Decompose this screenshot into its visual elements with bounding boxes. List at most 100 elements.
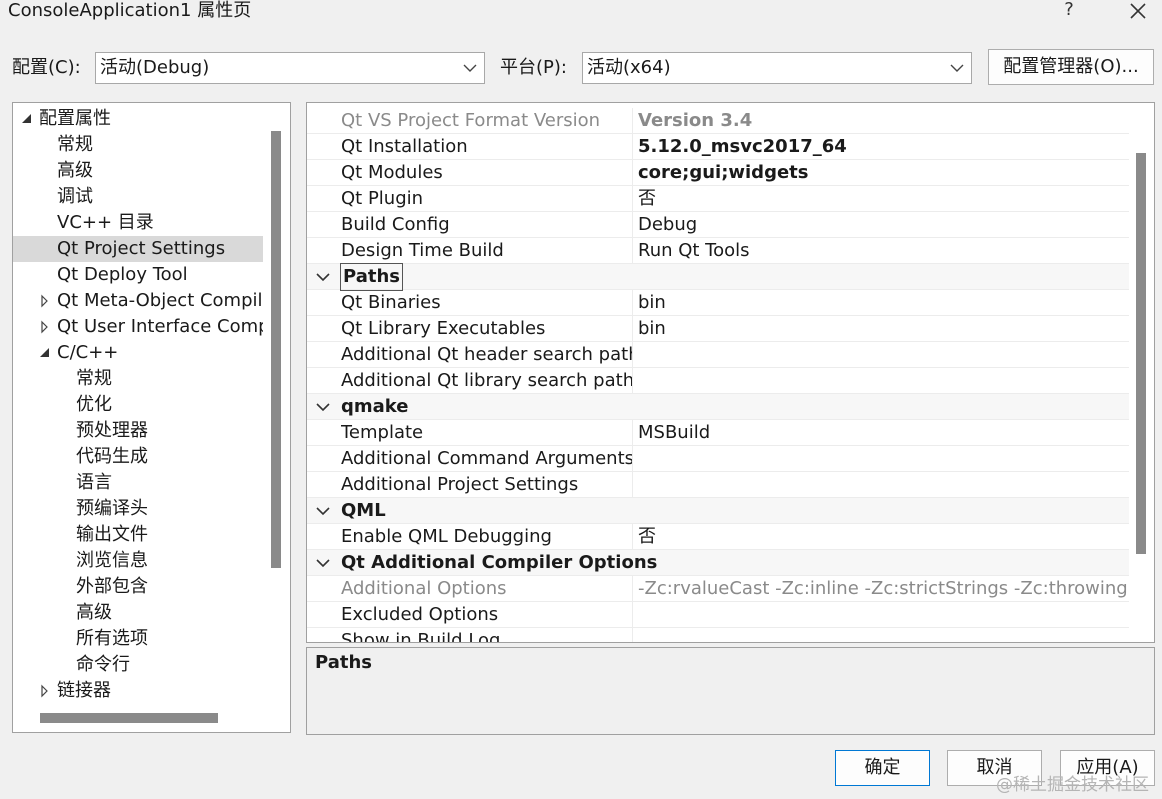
grid-property-row[interactable]: Excluded Options — [307, 602, 1129, 628]
grid-property-value[interactable] — [638, 472, 1129, 498]
watermark: @稀土掘金技术社区 — [996, 775, 1149, 795]
grid-property-row[interactable]: Template MSBuild — [307, 420, 1129, 446]
grid-property-row[interactable]: Additional Qt library search paths — [307, 368, 1129, 394]
grid-property-value[interactable]: 否 — [638, 524, 1129, 550]
description-panel: Paths — [306, 647, 1155, 735]
tree-item[interactable]: 语言 — [13, 470, 263, 496]
tree-item-label: 优化 — [76, 394, 112, 415]
tree-item-label: 代码生成 — [76, 446, 148, 467]
grid-property-row[interactable]: Additional Options -Zc:rvalueCast -Zc:inl… — [307, 576, 1129, 602]
tree-item[interactable]: 常规 — [13, 366, 263, 392]
chevron-down-icon[interactable] — [315, 394, 331, 420]
grid-property-row[interactable]: Qt Plugin 否 — [307, 186, 1129, 212]
grid-property-value[interactable] — [638, 602, 1129, 628]
platform-combobox[interactable]: 活动(x64) — [582, 52, 972, 84]
grid-property-value[interactable] — [638, 446, 1129, 472]
grid-property-row[interactable]: Qt Installation 5.12.0_msvc2017_64 — [307, 134, 1129, 160]
tree-item[interactable]: 高级 — [13, 158, 263, 184]
tree-item-label: 命令行 — [76, 654, 130, 675]
config-combobox[interactable]: 活动(Debug) — [95, 52, 485, 84]
grid-property-value[interactable]: Version 3.4 — [638, 108, 1129, 134]
tree-item[interactable]: 外部包含 — [13, 574, 263, 600]
tree-item[interactable]: 预处理器 — [13, 418, 263, 444]
close-button[interactable] — [1118, 0, 1158, 22]
grid-property-value[interactable] — [638, 628, 1129, 642]
grid-category-row[interactable]: Qt Additional Compiler Options — [307, 550, 1129, 576]
grid-property-row[interactable]: Enable QML Debugging 否 — [307, 524, 1129, 550]
grid-property-row[interactable]: Qt Modules core;gui;widgets — [307, 160, 1129, 186]
grid-property-value[interactable]: MSBuild — [638, 420, 1129, 446]
grid-property-value[interactable]: 否 — [638, 186, 1129, 212]
tree-item-label: 预编译头 — [76, 498, 148, 519]
tree-item[interactable]: VC++ 目录 — [13, 210, 263, 236]
tree-item[interactable]: 浏览信息 — [13, 548, 263, 574]
grid-property-value[interactable]: Run Qt Tools — [638, 238, 1129, 264]
grid-property-row[interactable]: Additional Command Arguments — [307, 446, 1129, 472]
grid-property-name: Additional Qt library search paths — [341, 368, 633, 394]
grid-category-row[interactable]: QML — [307, 498, 1129, 524]
collapsed-triangle-icon[interactable] — [39, 314, 51, 340]
chevron-down-icon — [463, 64, 477, 72]
tree-item[interactable]: Qt Project Settings — [13, 236, 263, 262]
grid-property-name: Additional Project Settings — [341, 472, 633, 498]
tree-item-label: 外部包含 — [76, 576, 148, 597]
tree-item[interactable]: Qt Deploy Tool — [13, 262, 263, 288]
grid-property-row[interactable]: Design Time Build Run Qt Tools — [307, 238, 1129, 264]
ok-button[interactable]: 确定 — [835, 750, 930, 786]
config-manager-button[interactable]: 配置管理器(O)... — [988, 49, 1154, 85]
grid-property-row[interactable]: Additional Project Settings — [307, 472, 1129, 498]
chevron-down-icon — [950, 64, 964, 72]
description-title: Paths — [315, 652, 372, 673]
tree-item[interactable]: Qt Meta-Object Compiler — [13, 288, 263, 314]
grid-property-name: Enable QML Debugging — [341, 524, 633, 550]
collapsed-triangle-icon[interactable] — [39, 288, 51, 314]
grid-property-row[interactable]: Qt Binaries bin — [307, 290, 1129, 316]
expanded-triangle-icon[interactable] — [39, 340, 51, 366]
tree-vertical-scrollbar[interactable] — [271, 131, 281, 568]
grid-property-value[interactable]: -Zc:rvalueCast -Zc:inline -Zc:strictStri… — [638, 576, 1129, 602]
tree-item-label: 常规 — [76, 368, 112, 389]
tree-item[interactable]: 配置属性 — [13, 106, 263, 132]
grid-property-name: Additional Qt header search paths — [341, 342, 633, 368]
grid-category-label: qmake — [341, 396, 409, 417]
grid-property-value[interactable]: core;gui;widgets — [638, 160, 1129, 186]
tree-item[interactable]: 命令行 — [13, 652, 263, 678]
help-button[interactable]: ? — [1049, 0, 1089, 22]
chevron-down-icon[interactable] — [315, 264, 331, 290]
grid-property-name: Qt Modules — [341, 160, 633, 186]
chevron-down-icon[interactable] — [315, 498, 331, 524]
tree-horizontal-scrollbar[interactable] — [40, 713, 218, 723]
tree-item[interactable]: 代码生成 — [13, 444, 263, 470]
grid-property-value[interactable]: bin — [638, 290, 1129, 316]
grid-property-name: Show in Build Log — [341, 628, 633, 642]
grid-property-row[interactable]: Qt Library Executables bin — [307, 316, 1129, 342]
grid-property-value[interactable]: bin — [638, 316, 1129, 342]
grid-property-value[interactable] — [638, 368, 1129, 394]
collapsed-triangle-icon[interactable] — [39, 678, 51, 704]
grid-category-row[interactable]: Paths — [307, 263, 1129, 291]
expanded-triangle-icon[interactable] — [21, 106, 33, 132]
grid-vertical-scrollbar[interactable] — [1136, 153, 1146, 554]
tree-item[interactable]: 调试 — [13, 184, 263, 210]
tree-item[interactable]: 高级 — [13, 600, 263, 626]
grid-property-value[interactable]: 5.12.0_msvc2017_64 — [638, 134, 1129, 160]
tree-item-label: 所有选项 — [76, 628, 148, 649]
tree-item[interactable]: 链接器 — [13, 678, 263, 704]
grid-category-row[interactable]: qmake — [307, 394, 1129, 420]
grid-property-row[interactable]: Build Config Debug — [307, 212, 1129, 238]
tree-item[interactable]: 输出文件 — [13, 522, 263, 548]
grid-property-value[interactable]: Debug — [638, 212, 1129, 238]
tree-item[interactable]: 常规 — [13, 132, 263, 158]
tree-item-label: VC++ 目录 — [57, 212, 154, 233]
tree-item[interactable]: 优化 — [13, 392, 263, 418]
grid-property-value[interactable] — [638, 342, 1129, 368]
tree-item[interactable]: 所有选项 — [13, 626, 263, 652]
chevron-down-icon[interactable] — [315, 550, 331, 576]
grid-property-name: Design Time Build — [341, 238, 633, 264]
tree-item[interactable]: C/C++ — [13, 340, 263, 366]
grid-property-row[interactable]: Additional Qt header search paths — [307, 342, 1129, 368]
tree-item[interactable]: 预编译头 — [13, 496, 263, 522]
tree-item[interactable]: Qt User Interface Compiler — [13, 314, 263, 340]
grid-property-row[interactable]: Show in Build Log — [307, 628, 1129, 642]
grid-property-row[interactable]: Qt VS Project Format Version Version 3.4 — [307, 108, 1129, 134]
